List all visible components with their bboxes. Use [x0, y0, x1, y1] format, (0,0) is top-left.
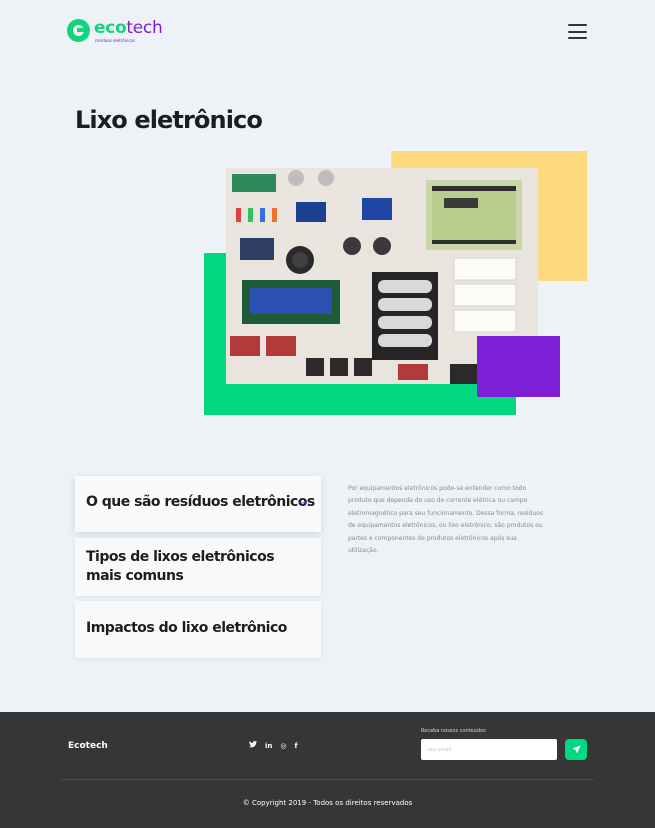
newsletter-send-button[interactable]	[565, 739, 587, 760]
topic-label: O que são resíduos eletrônicos	[86, 494, 315, 510]
site-header: ecotech resíduos eletrônicos	[0, 0, 655, 64]
linkedin-icon[interactable]: in	[265, 742, 272, 750]
newsletter-label: Receba nossos conteúdos	[421, 728, 486, 734]
ecotech-logo-icon	[67, 19, 90, 42]
logo-tagline: resíduos eletrônicos	[95, 38, 136, 43]
footer-brand: Ecotech	[68, 741, 108, 751]
decor-purple-block	[477, 336, 560, 397]
hamburger-menu-icon[interactable]	[568, 24, 587, 39]
page-title: Lixo eletrônico	[75, 106, 263, 134]
topic-label: Impactos do lixo eletrônico	[86, 620, 287, 636]
topic-e-waste-impacts[interactable]: Impactos do lixo eletrônico	[75, 601, 321, 658]
ecotech-logo[interactable]: ecotech resíduos eletrônicos	[67, 18, 163, 43]
logo-wordmark: ecotech	[94, 18, 163, 38]
newsletter-email-input[interactable]	[421, 739, 557, 760]
facebook-icon[interactable]: f	[295, 742, 298, 750]
topic-label: Tipos de lixos eletrônicos mais comuns	[86, 549, 275, 584]
twitter-icon[interactable]	[249, 741, 257, 750]
copyright-text: © Copyright 2019 - Todos os direitos res…	[242, 799, 413, 807]
footer-divider	[60, 779, 594, 780]
instagram-icon[interactable]: ◎	[280, 742, 286, 750]
arrow-right-icon: →	[299, 498, 308, 509]
social-links: in ◎ f	[249, 741, 298, 750]
topic-types-of-e-waste[interactable]: Tipos de lixos eletrônicos mais comuns	[75, 538, 321, 596]
send-icon	[572, 745, 580, 754]
topic-description: Por equipamentos eletrônicos pode-se ent…	[348, 485, 543, 555]
topic-what-is-e-waste[interactable]: O que são resíduos eletrônicos	[75, 476, 321, 532]
site-footer: Ecotech in ◎ f Receba nossos conteúdos ©…	[0, 712, 655, 828]
